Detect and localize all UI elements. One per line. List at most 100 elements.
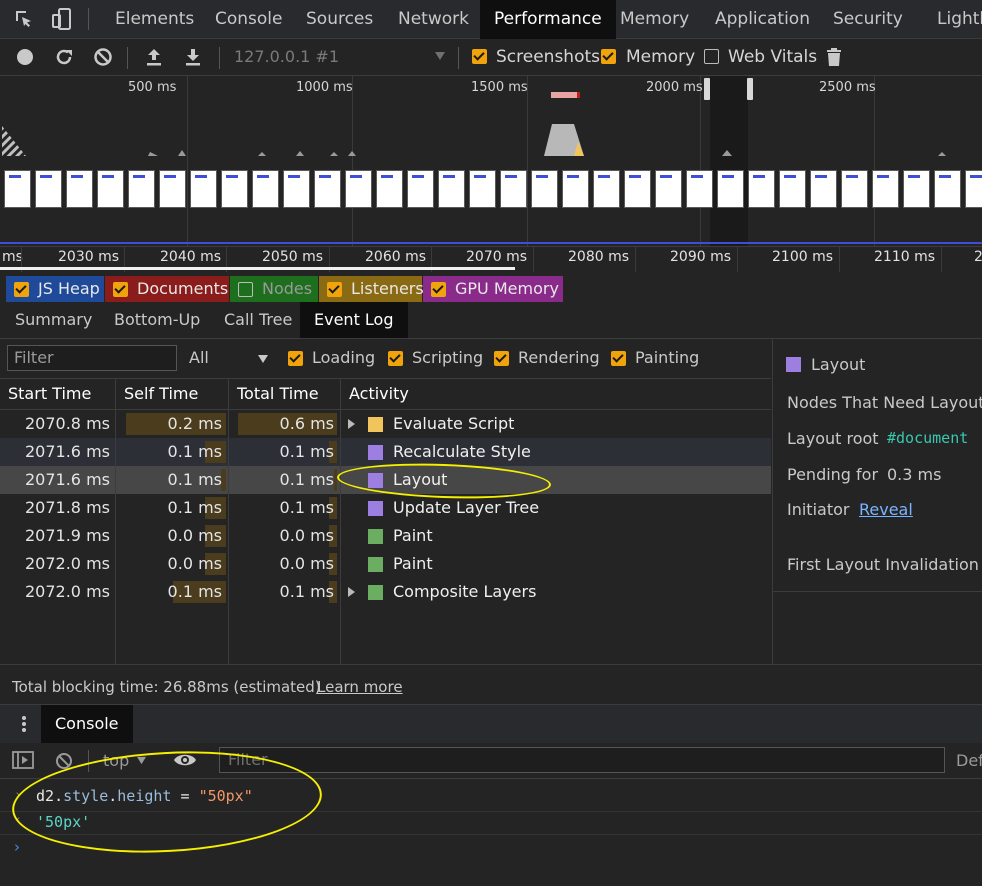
documents-checkbox[interactable] bbox=[113, 282, 128, 297]
memory-checkbox[interactable] bbox=[601, 49, 616, 64]
js-heap-checkbox[interactable] bbox=[14, 282, 29, 297]
upload-profile-icon[interactable] bbox=[142, 45, 166, 69]
screenshot-thumbnail[interactable] bbox=[779, 170, 806, 208]
screenshot-thumbnail[interactable] bbox=[407, 170, 434, 208]
screenshot-thumbnail[interactable] bbox=[97, 170, 124, 208]
column-header-start-time[interactable]: Start Time bbox=[0, 379, 116, 409]
nodes-checkbox[interactable] bbox=[238, 282, 253, 297]
screenshot-thumbnail[interactable] bbox=[562, 170, 589, 208]
selection-right-handle[interactable] bbox=[747, 78, 753, 100]
counter-nodes[interactable]: Nodes bbox=[230, 276, 318, 302]
learn-more-link[interactable]: Learn more bbox=[317, 678, 403, 696]
screenshot-thumbnail[interactable] bbox=[345, 170, 372, 208]
screenshot-thumbnail[interactable] bbox=[35, 170, 62, 208]
counter-js-heap[interactable]: JS Heap bbox=[6, 276, 104, 302]
tab-summary[interactable]: Summary bbox=[15, 302, 92, 338]
tab-memory[interactable]: Memory bbox=[620, 0, 689, 38]
column-header-total-time[interactable]: Total Time bbox=[229, 379, 341, 409]
record-icon[interactable] bbox=[13, 45, 37, 69]
screenshot-thumbnail[interactable] bbox=[252, 170, 279, 208]
painting-checkbox[interactable] bbox=[611, 351, 626, 366]
total-time-bar bbox=[334, 469, 337, 491]
counter-gpu-memory[interactable]: GPU Memory bbox=[423, 276, 563, 302]
tab-call-tree[interactable]: Call Tree bbox=[224, 302, 292, 338]
screenshot-thumbnail[interactable] bbox=[190, 170, 217, 208]
screenshot-thumbnail[interactable] bbox=[965, 170, 982, 208]
screenshot-thumbnail[interactable] bbox=[934, 170, 961, 208]
screenshot-thumbnail[interactable] bbox=[655, 170, 682, 208]
screenshot-thumbnail[interactable] bbox=[841, 170, 868, 208]
trash-icon[interactable] bbox=[822, 45, 846, 69]
device-toolbar-icon[interactable] bbox=[50, 7, 74, 31]
more-menu-icon[interactable] bbox=[19, 714, 29, 734]
expand-arrow-icon[interactable] bbox=[348, 587, 355, 597]
screenshot-thumbnail[interactable] bbox=[283, 170, 310, 208]
screenshot-thumbnail[interactable] bbox=[686, 170, 713, 208]
screenshot-thumbnail[interactable] bbox=[438, 170, 465, 208]
tab-security[interactable]: Security bbox=[833, 0, 903, 38]
tab-event-log[interactable]: Event Log bbox=[300, 302, 408, 338]
duration-filter-select[interactable]: All bbox=[189, 348, 209, 367]
tab-bottom-up[interactable]: Bottom-Up bbox=[114, 302, 200, 338]
screenshot-thumbnail[interactable] bbox=[500, 170, 527, 208]
counter-documents[interactable]: Documents bbox=[105, 276, 229, 302]
tab-console[interactable]: Console bbox=[215, 0, 283, 38]
screenshot-thumbnail[interactable] bbox=[159, 170, 186, 208]
screenshot-thumbnail[interactable] bbox=[531, 170, 558, 208]
tab-application[interactable]: Application bbox=[715, 0, 810, 38]
screenshots-checkbox[interactable] bbox=[472, 49, 487, 64]
activity-name-cell: Paint bbox=[393, 526, 433, 545]
screenshot-thumbnail[interactable] bbox=[314, 170, 341, 208]
web-vitals-checkbox[interactable] bbox=[704, 49, 719, 64]
total-time-cell: 0.1 ms bbox=[279, 470, 334, 489]
screenshot-thumbnail[interactable] bbox=[128, 170, 155, 208]
inspect-element-icon[interactable] bbox=[12, 7, 36, 31]
expand-arrow-icon[interactable] bbox=[348, 419, 355, 429]
counter-listeners[interactable]: Listeners bbox=[319, 276, 424, 302]
initiator-reveal-link[interactable]: Reveal bbox=[859, 500, 913, 519]
overview-gridline bbox=[187, 76, 188, 246]
thumbnail-content bbox=[815, 175, 827, 178]
screenshot-thumbnail[interactable] bbox=[748, 170, 775, 208]
column-header-activity[interactable]: Activity bbox=[341, 379, 771, 409]
reload-record-icon[interactable] bbox=[52, 45, 76, 69]
console-filter-input[interactable]: Filter bbox=[219, 747, 945, 773]
screenshot-thumbnail[interactable] bbox=[810, 170, 837, 208]
screenshot-thumbnail[interactable] bbox=[4, 170, 31, 208]
prompt-chevron-icon[interactable]: › bbox=[14, 838, 20, 856]
rendering-checkbox[interactable] bbox=[494, 351, 509, 366]
listeners-checkbox[interactable] bbox=[327, 282, 342, 297]
tab-performance[interactable]: Performance bbox=[480, 0, 616, 39]
column-header-self-time[interactable]: Self Time bbox=[116, 379, 229, 409]
start-time-cell: 2070.8 ms bbox=[25, 414, 110, 433]
layout-root-link[interactable]: #document bbox=[887, 429, 968, 447]
show-sidebar-icon[interactable] bbox=[12, 751, 34, 769]
thumbnail-content bbox=[381, 175, 393, 178]
tab-lighthouse[interactable]: Lighthouse bbox=[937, 0, 982, 38]
drawer-tab-console[interactable]: Console bbox=[41, 705, 133, 743]
clear-icon[interactable] bbox=[91, 45, 115, 69]
screenshot-thumbnail[interactable] bbox=[872, 170, 899, 208]
tab-sources[interactable]: Sources bbox=[306, 0, 373, 38]
screenshot-thumbnail[interactable] bbox=[717, 170, 744, 208]
screenshot-thumbnail[interactable] bbox=[624, 170, 651, 208]
screenshot-thumbnail[interactable] bbox=[903, 170, 930, 208]
thumbnail-content bbox=[877, 175, 889, 178]
overview-selection-window[interactable] bbox=[710, 76, 748, 246]
screenshot-thumbnail[interactable] bbox=[469, 170, 496, 208]
selection-left-handle[interactable] bbox=[704, 78, 710, 100]
filter-input[interactable]: Filter bbox=[7, 345, 177, 371]
timeline-overview[interactable]: 500 ms 1000 ms 1500 ms 2000 ms 2500 ms bbox=[0, 76, 982, 246]
gpu-memory-checkbox[interactable] bbox=[431, 282, 446, 297]
screenshot-thumbnail[interactable] bbox=[66, 170, 93, 208]
screenshot-thumbnail[interactable] bbox=[221, 170, 248, 208]
tab-network[interactable]: Network bbox=[398, 0, 469, 38]
screenshot-thumbnail[interactable] bbox=[593, 170, 620, 208]
screenshot-thumbnail[interactable] bbox=[376, 170, 403, 208]
scripting-checkbox[interactable] bbox=[388, 351, 403, 366]
download-profile-icon[interactable] bbox=[181, 45, 205, 69]
log-levels-select[interactable]: Def bbox=[956, 751, 982, 770]
recording-target-select[interactable]: 127.0.0.1 #1 bbox=[234, 47, 339, 66]
tab-elements[interactable]: Elements bbox=[115, 0, 194, 38]
loading-checkbox[interactable] bbox=[288, 351, 303, 366]
